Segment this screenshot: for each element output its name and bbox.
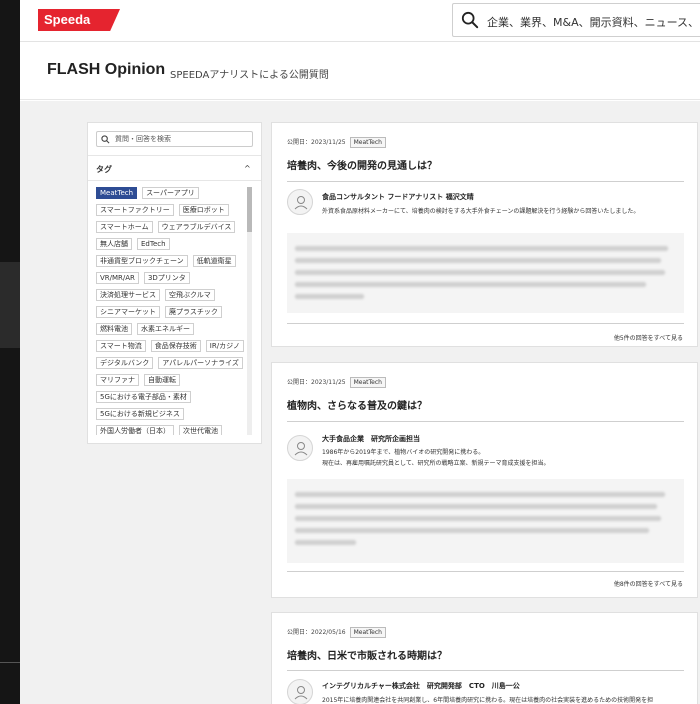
answerer-description: 外資系食品原材料メーカーにて、培養肉の検討をする大手外食チェーンの課題解決を行う… xyxy=(322,208,640,215)
answerer-description: 2015年に培養肉関連会社を共同創業し、6年間培養肉研究に携わる。現在は培養肉の… xyxy=(322,697,654,704)
tag-chip[interactable]: 医療ロボット xyxy=(178,204,229,216)
blurred-answer-preview[interactable] xyxy=(287,233,684,313)
tag-chip[interactable]: 5Gにおける新規ビジネス xyxy=(96,408,184,420)
question-title[interactable]: 培養肉、今後の開発の見通しは？ xyxy=(287,157,437,172)
tag-chip[interactable]: 水素エネルギー xyxy=(137,323,194,335)
tag-chip[interactable]: 5Gにおける電子部品・素材 xyxy=(96,391,191,403)
answerer-name[interactable]: 大手食品企業 研究所企画担当 xyxy=(322,434,420,444)
tag-chip[interactable]: 空飛ぶクルマ xyxy=(165,289,215,301)
chevron-up-icon[interactable]: ^ xyxy=(244,164,251,173)
tag-badge[interactable]: MeatTech xyxy=(349,137,386,148)
tag-chip[interactable]: 廃プラスチック xyxy=(165,306,222,318)
tag-chip[interactable]: アパレルパーソナライズ xyxy=(158,357,243,369)
tag-chip[interactable]: スマートホーム xyxy=(96,221,153,233)
top-header: Speeda 企業、業界、M&A、開示資料、ニュース、 xyxy=(20,0,700,42)
publish-date: 公開日：2023/11/25 xyxy=(287,139,346,146)
rail-active-item[interactable] xyxy=(0,262,20,348)
tag-chip[interactable]: 次世代電池 xyxy=(179,425,222,435)
tag-badge[interactable]: MeatTech xyxy=(349,377,386,388)
search-icon xyxy=(461,11,479,29)
card-meta: 公開日：2022/05/16 MeatTech xyxy=(287,627,386,638)
tag-chip[interactable]: 3Dプリンタ xyxy=(143,272,190,284)
question-card[interactable]: 公開日：2023/11/25 MeatTech 植物肉、さらなる普及の鍵は？ 大手… xyxy=(271,362,698,598)
page-title-band: FLASH Opinion SPEEDAアナリストによる公開質問 xyxy=(20,43,700,100)
divider xyxy=(88,155,261,156)
tag-list: MeatTech スーパーアプリスマートファクトリー 医療ロボットスマートホーム ウェ… xyxy=(96,187,246,435)
tag-chip[interactable]: 低軌道衛星 xyxy=(192,255,236,267)
divider xyxy=(88,180,261,181)
rail-divider xyxy=(0,662,20,663)
user-icon xyxy=(294,196,308,210)
tag-chip[interactable]: EdTech xyxy=(137,238,170,250)
tag-chip[interactable]: スマートファクトリー xyxy=(96,204,174,216)
answerer-name[interactable]: インテグリカルチャー株式会社 研究開発部 CTO 川島一公 xyxy=(322,681,520,691)
question-title[interactable]: 培養肉、日米で市販される時期は？ xyxy=(287,647,447,662)
search-icon xyxy=(101,135,110,144)
question-title[interactable]: 植物肉、さらなる普及の鍵は？ xyxy=(287,397,427,412)
tag-chip[interactable]: IR/カジノ xyxy=(205,340,244,352)
tag-chip[interactable]: スマート物流 xyxy=(96,340,146,352)
tag-chip[interactable]: ウェアラブルデバイス xyxy=(157,221,236,233)
question-search-placeholder: 質問・回答を検索 xyxy=(115,135,171,143)
divider xyxy=(287,181,684,182)
answerer-description: 1986年から2019年まで、植物バイオの研究開発に携わる。 xyxy=(322,449,485,456)
speeda-logo[interactable]: Speeda xyxy=(38,9,120,31)
app-rail xyxy=(0,0,20,704)
question-card[interactable]: 公開日：2023/11/25 MeatTech 培養肉、今後の開発の見通しは？ 食… xyxy=(271,122,698,347)
tag-badge[interactable]: MeatTech xyxy=(349,627,386,638)
card-meta: 公開日：2023/11/25 MeatTech xyxy=(287,137,386,148)
tag-chip[interactable]: デジタルバンク xyxy=(96,357,154,369)
search-placeholder: 企業、業界、M&A、開示資料、ニュース、 xyxy=(487,16,700,29)
tag-chip[interactable]: 決済処理サービス xyxy=(96,289,160,301)
tag-chip[interactable]: 非通貨型ブロックチェーン xyxy=(96,255,188,267)
divider xyxy=(287,323,684,324)
tag-chip[interactable]: マリファナ xyxy=(96,374,139,386)
tag-scrollbar-thumb[interactable] xyxy=(247,187,252,232)
publish-date: 公開日：2022/05/16 xyxy=(287,629,346,636)
card-meta: 公開日：2023/11/25 MeatTech xyxy=(287,377,386,388)
tag-chip[interactable]: スーパーアプリ xyxy=(142,187,199,199)
user-icon xyxy=(294,686,308,700)
answerer-name[interactable]: 食品コンサルタント フードアナリスト 福沢文晴 xyxy=(322,192,474,202)
avatar xyxy=(287,435,313,461)
answerer-description: 現在は、再雇用嘱託研究員として、研究所の戦略立案、新規テーマ育成支援を担当。 xyxy=(322,460,550,467)
divider xyxy=(287,421,684,422)
tag-chip[interactable]: 燃料電池 xyxy=(96,323,132,335)
tag-heading: タグ xyxy=(96,165,112,174)
avatar xyxy=(287,679,313,704)
divider xyxy=(287,670,684,671)
tag-chip[interactable]: 外国人労働者（日本） xyxy=(96,425,174,435)
tag-chip[interactable]: VR/MR/AR xyxy=(96,272,139,284)
see-all-answers-link[interactable]: 他8件の回答をすべて見る xyxy=(614,579,683,588)
question-search-input[interactable]: 質問・回答を検索 xyxy=(96,131,253,147)
tag-chip[interactable]: シニアマーケット xyxy=(96,306,160,318)
page-title: FLASH Opinion xyxy=(47,61,166,78)
global-search-input[interactable]: 企業、業界、M&A、開示資料、ニュース、 xyxy=(452,3,700,37)
divider xyxy=(287,571,684,572)
avatar xyxy=(287,189,313,215)
tag-chip[interactable]: 自動運転 xyxy=(144,374,180,386)
filter-sidebar: 質問・回答を検索 タグ ^ MeatTech スーパーアプリスマートファクトリー医… xyxy=(87,122,262,444)
publish-date: 公開日：2023/11/25 xyxy=(287,379,346,386)
tag-chip[interactable]: 食品保存技術 xyxy=(150,340,201,352)
question-card[interactable]: 公開日：2022/05/16 MeatTech 培養肉、日米で市販される時期は？ … xyxy=(271,612,698,704)
user-icon xyxy=(294,442,308,456)
tag-chip[interactable]: MeatTech xyxy=(96,187,138,199)
page-subtitle: SPEEDAアナリストによる公開質問 xyxy=(170,70,329,81)
blurred-answer-preview[interactable] xyxy=(287,479,684,563)
see-all-answers-link[interactable]: 他5件の回答をすべて見る xyxy=(614,333,683,342)
tag-chip[interactable]: 無人店舗 xyxy=(96,238,132,250)
